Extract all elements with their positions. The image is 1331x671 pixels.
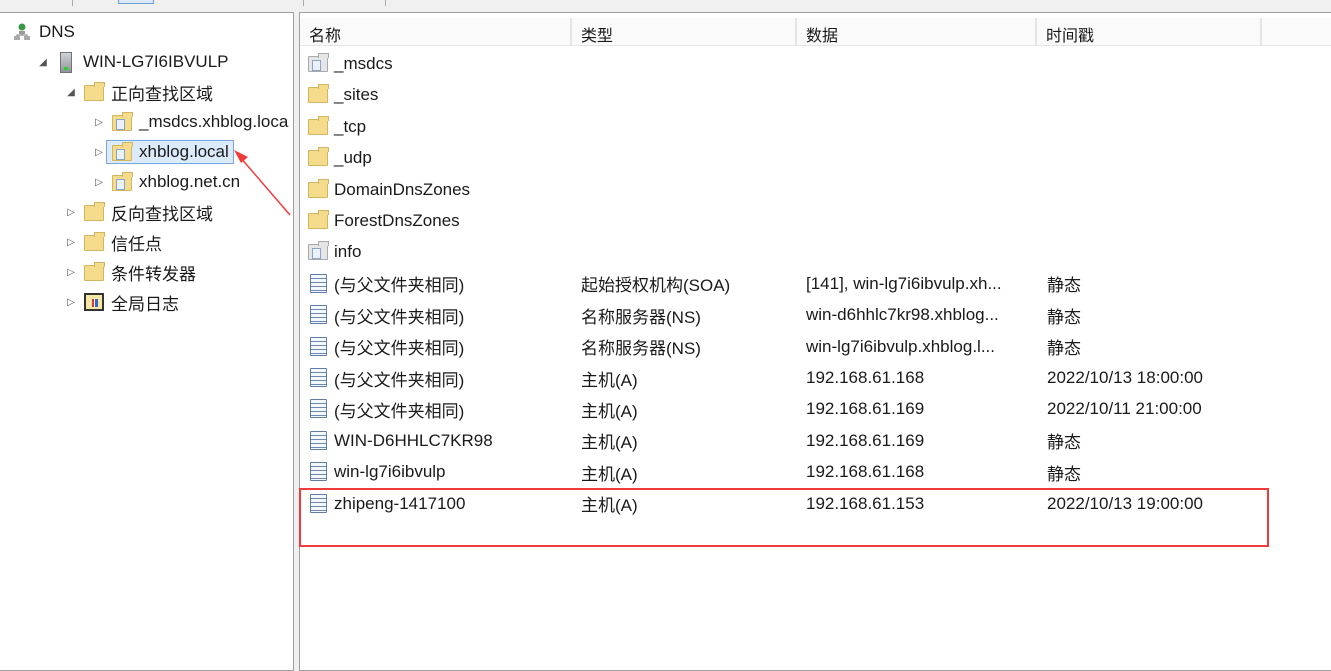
annotation-arrow [234,150,291,216]
